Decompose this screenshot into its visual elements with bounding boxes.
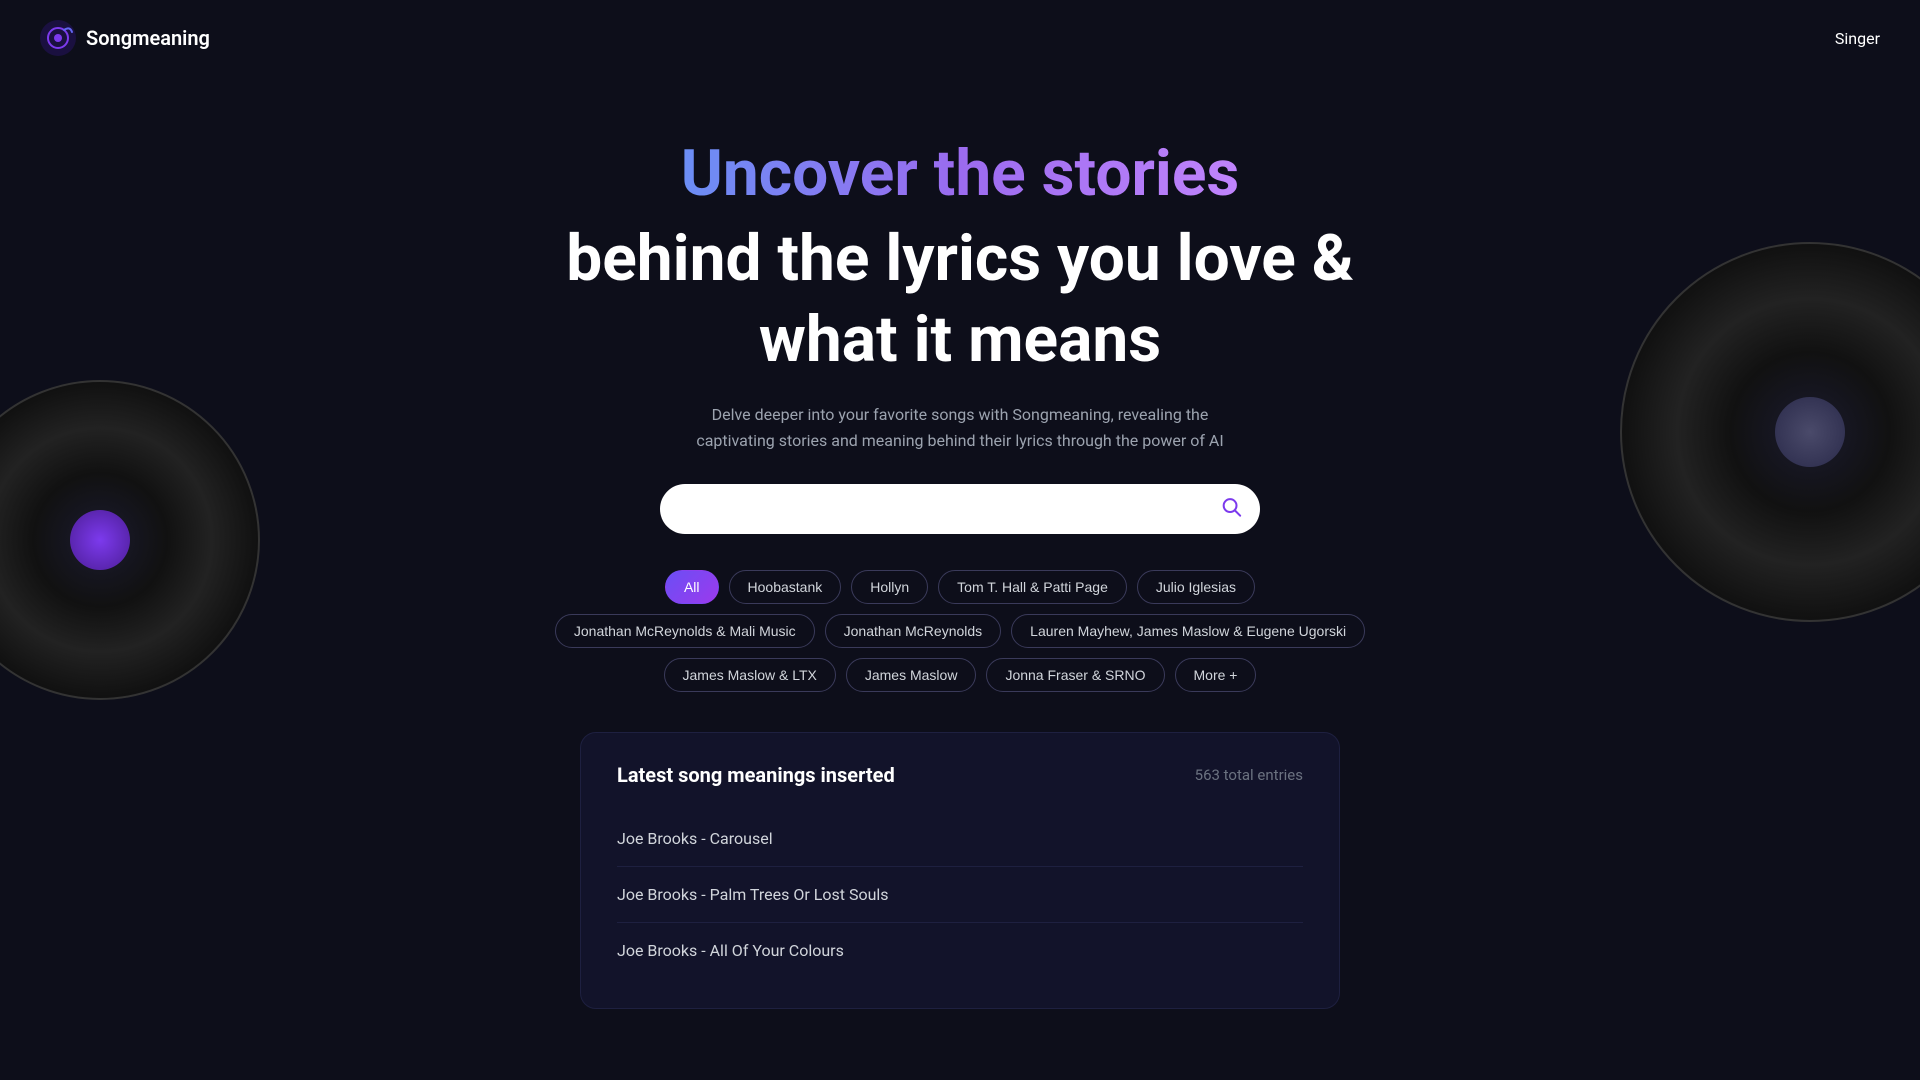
songs-card: Latest song meanings inserted 563 total … [580, 732, 1340, 1009]
filter-tag[interactable]: Tom T. Hall & Patti Page [938, 570, 1127, 604]
singer-link[interactable]: Singer [1835, 29, 1880, 48]
navbar: Songmeaning Singer [0, 0, 1920, 76]
filter-tag[interactable]: Hollyn [851, 570, 928, 604]
search-icon[interactable] [1220, 495, 1242, 522]
songs-card-count: 563 total entries [1195, 766, 1303, 784]
logo-text: Songmeaning [86, 26, 210, 50]
subtitle: Delve deeper into your favorite songs wi… [680, 402, 1240, 453]
filter-tag[interactable]: All [665, 570, 719, 604]
filter-tag[interactable]: James Maslow [846, 658, 977, 692]
filter-tag[interactable]: Jonathan McReynolds & Mali Music [555, 614, 815, 648]
songs-card-title: Latest song meanings inserted [617, 763, 895, 787]
headline-white-line2: what it means [759, 302, 1161, 379]
song-item[interactable]: Joe Brooks - Palm Trees Or Lost Souls [617, 867, 1303, 923]
logo-icon [40, 20, 76, 56]
search-input[interactable] [660, 484, 1260, 534]
song-item[interactable]: Joe Brooks - All Of Your Colours [617, 923, 1303, 978]
filter-tag[interactable]: Jonathan McReynolds [825, 614, 1002, 648]
song-item[interactable]: Joe Brooks - Carousel [617, 811, 1303, 867]
logo[interactable]: Songmeaning [40, 20, 210, 56]
filter-tags: All Hoobastank Hollyn Tom T. Hall & Patti P… [550, 570, 1370, 692]
search-container [660, 484, 1260, 534]
main-content: Uncover the stories behind the lyrics yo… [0, 76, 1920, 1009]
filter-tag[interactable]: Julio Iglesias [1137, 570, 1255, 604]
headline-white-line1: behind the lyrics you love & [566, 221, 1354, 298]
filter-tag[interactable]: Hoobastank [729, 570, 842, 604]
filter-tag[interactable]: Jonna Fraser & SRNO [986, 658, 1164, 692]
songs-list: Joe Brooks - CarouselJoe Brooks - Palm T… [617, 811, 1303, 978]
filter-tag[interactable]: More + [1175, 658, 1257, 692]
filter-tag[interactable]: James Maslow & LTX [664, 658, 836, 692]
filter-tag[interactable]: Lauren Mayhew, James Maslow & Eugene Ugo… [1011, 614, 1365, 648]
headline-gradient: Uncover the stories [681, 136, 1240, 213]
songs-card-header: Latest song meanings inserted 563 total … [617, 763, 1303, 787]
